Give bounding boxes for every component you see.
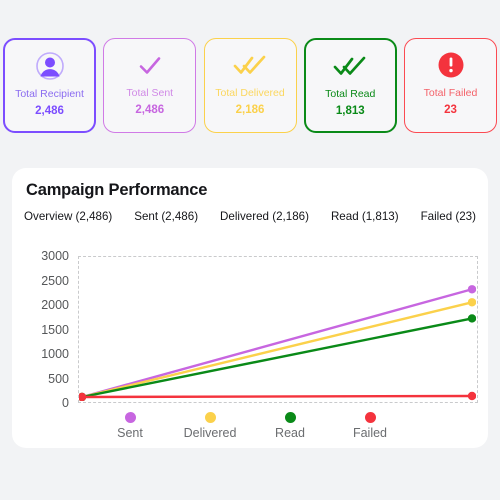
series-line-sent: [80, 288, 474, 399]
stat-card-value: 2,486: [135, 104, 165, 116]
legend-item-read[interactable]: Read: [258, 412, 322, 440]
user-avatar-icon: [35, 49, 65, 83]
stat-card-label: Total Recipient: [15, 88, 84, 100]
chart-plot-wrapper: 0 500 1000 1500 2000 2500 3000: [12, 246, 488, 410]
legend-item-delivered[interactable]: Delivered: [178, 412, 242, 440]
legend-item-sent[interactable]: Sent: [98, 412, 162, 440]
legend-label: Delivered: [183, 426, 237, 440]
y-axis-tick-label: 1000: [41, 347, 69, 361]
double-check-icon: [333, 49, 367, 83]
chart-legend: Sent Delivered Read Failed: [12, 412, 488, 440]
tab-read[interactable]: Read (1,813): [331, 210, 399, 223]
stat-card-total-read[interactable]: Total Read 1,813: [303, 38, 397, 133]
page-title: Campaign Performance: [26, 181, 208, 199]
metric-tabs: Overview (2,486) Sent (2,486) Delivered (2…: [24, 210, 476, 223]
stat-card-label: Total Sent: [126, 87, 174, 99]
series-line-read: [80, 317, 474, 399]
stat-card-total-sent[interactable]: Total Sent 2,486: [103, 38, 197, 133]
tab-failed[interactable]: Failed (23): [421, 210, 476, 223]
legend-dot-icon: [284, 412, 296, 423]
data-point-delivered[interactable]: [467, 298, 476, 307]
campaign-performance-panel: Campaign Performance Overview (2,486) Sen…: [12, 168, 488, 448]
alert-circle-icon: [437, 48, 465, 82]
data-point-sent[interactable]: [467, 285, 476, 294]
tab-overview[interactable]: Overview (2,486): [24, 210, 112, 223]
data-point-read[interactable]: [467, 314, 476, 323]
tab-sent[interactable]: Sent (2,486): [134, 210, 198, 223]
stat-card-value: 23: [444, 104, 457, 116]
stat-card-label: Total Failed: [423, 87, 478, 99]
legend-item-failed[interactable]: Failed: [338, 412, 402, 440]
y-axis-tick-label: 2500: [41, 273, 69, 288]
y-axis-tick-label: 3000: [41, 249, 69, 263]
stat-card-label: Total Read: [325, 88, 376, 100]
y-axis-tick-label: 500: [48, 371, 69, 386]
single-check-icon: [135, 48, 165, 82]
stat-card-value: 2,186: [235, 104, 265, 116]
legend-dot-icon: [124, 412, 136, 423]
legend-label: Sent: [117, 426, 143, 440]
line-chart-svg: [79, 285, 476, 401]
series-line-delivered: [80, 301, 474, 399]
plot-area: [78, 256, 478, 403]
stats-card-row: Total Recipient 2,486 Total Sent 2,486 Total…: [0, 38, 500, 133]
legend-dot-icon: [364, 412, 376, 423]
legend-label: Failed: [352, 426, 388, 440]
stat-card-value: 2,486: [35, 105, 64, 117]
data-point-failed[interactable]: [79, 392, 87, 401]
y-axis-tick-label: 0: [62, 396, 69, 410]
legend-dot-icon: [204, 412, 216, 423]
y-axis-tick-label: 2000: [41, 298, 69, 312]
stat-card-total-failed[interactable]: Total Failed 23: [404, 38, 497, 133]
double-check-icon: [233, 48, 267, 82]
stat-card-total-delivered[interactable]: Total Delivered 2,186: [203, 38, 297, 133]
stat-card-total-recipient[interactable]: Total Recipient 2,486: [3, 38, 96, 133]
tab-delivered[interactable]: Delivered (2,186): [220, 210, 309, 223]
stat-card-value: 1,813: [335, 105, 365, 117]
legend-label: Read: [275, 426, 305, 440]
y-axis-tick-label: 1500: [41, 322, 69, 337]
data-point-failed[interactable]: [467, 391, 476, 401]
series-line-failed: [80, 394, 474, 399]
stat-card-label: Total Delivered: [215, 87, 285, 99]
app-root: Total Recipient 2,486 Total Sent 2,486 Total…: [0, 0, 500, 500]
